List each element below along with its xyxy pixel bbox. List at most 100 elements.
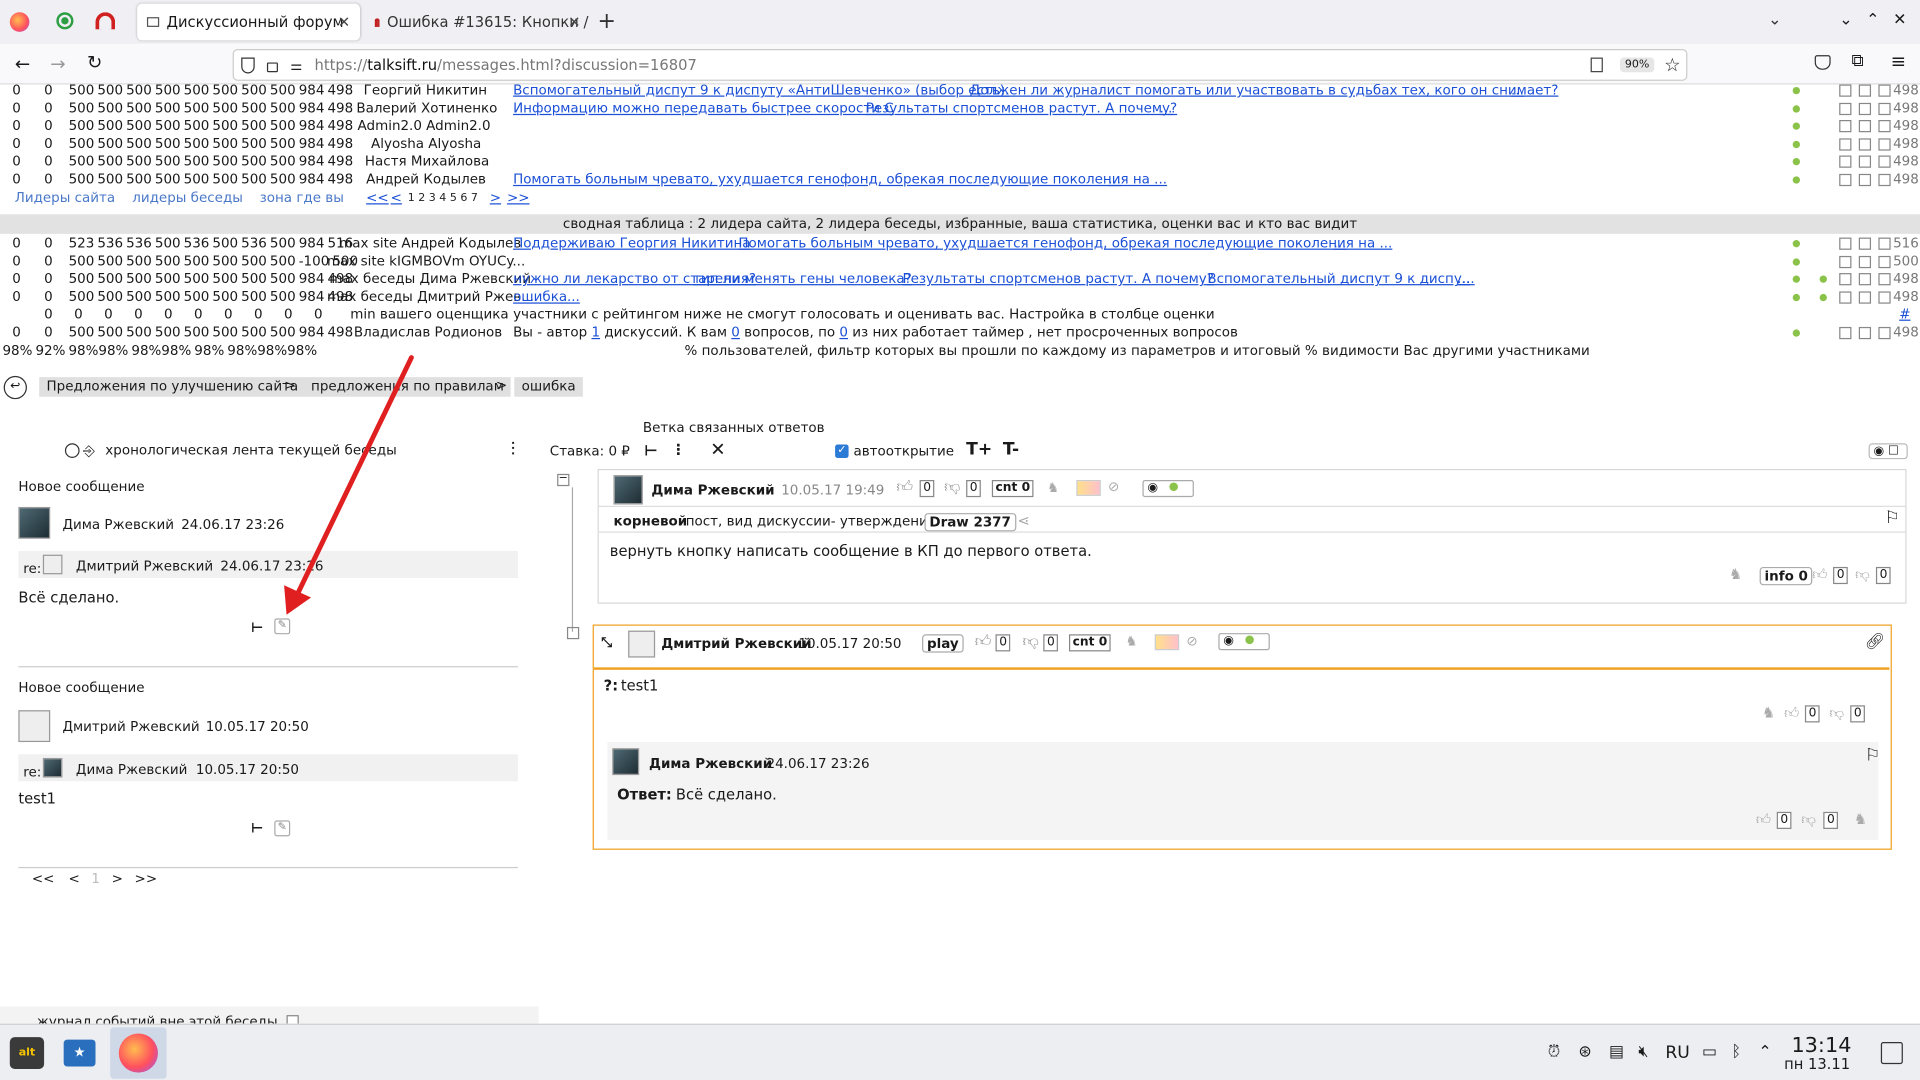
avatar[interactable] xyxy=(613,475,643,505)
thumbs-down-icon[interactable]: 👎︎ xyxy=(944,479,960,497)
alt-linux-start-icon[interactable]: alt xyxy=(9,1037,45,1069)
pager-first[interactable]: << xyxy=(32,871,55,887)
thumbs-down-icon[interactable]: 👎︎ xyxy=(1829,704,1844,722)
checkbox[interactable] xyxy=(1858,84,1872,97)
lock-icon[interactable] xyxy=(266,62,278,73)
checkbox[interactable] xyxy=(1878,138,1891,151)
discussions-count-link[interactable]: 1 xyxy=(591,324,600,340)
discussion-link[interactable]: Должен ли журналист помогать или участво… xyxy=(970,82,1559,100)
tab-site-leaders[interactable]: Лидеры сайта xyxy=(15,190,115,206)
cell-user-name[interactable]: Владислав Родионов xyxy=(354,324,502,342)
author-name[interactable]: Дмитрий Ржевский xyxy=(661,636,811,652)
pager-last[interactable]: >> xyxy=(507,190,530,206)
zoom-badge[interactable]: 90% xyxy=(1620,57,1655,73)
checkbox[interactable] xyxy=(1839,237,1852,250)
collapse-toggle[interactable]: − xyxy=(557,473,570,487)
tab-your-zone[interactable]: зона где вы xyxy=(260,190,344,206)
dog-icon[interactable]: ♞ xyxy=(1047,480,1059,496)
share-icon[interactable]: ⋖ xyxy=(1018,512,1030,529)
extension-red-icon[interactable] xyxy=(95,12,116,30)
checkbox[interactable] xyxy=(1839,326,1852,340)
breadcrumb-item[interactable]: ошибка xyxy=(514,377,584,397)
thumbs-up-icon[interactable]: 👍︎ xyxy=(975,633,992,651)
expand-toggle[interactable] xyxy=(566,626,580,640)
thumbs-down-icon[interactable]: 👎︎ xyxy=(1855,566,1870,584)
breadcrumb-item[interactable]: предложения по правилам xyxy=(303,377,512,397)
dog-icon[interactable]: ♞ xyxy=(1729,566,1742,583)
pager-next[interactable]: > xyxy=(490,190,501,206)
avatar[interactable] xyxy=(18,506,51,539)
avatar[interactable] xyxy=(628,630,656,658)
checkbox[interactable] xyxy=(1839,84,1852,97)
discussion-link[interactable]: тип ли менять гены человека? xyxy=(693,271,912,289)
edit-icon[interactable]: ✎ xyxy=(274,618,291,635)
link-icon[interactable]: 🔗︎ xyxy=(1865,633,1885,651)
discussion-link[interactable]: Помогать больным чревато, ухудшается ген… xyxy=(738,235,1392,253)
collapse-arrows-icon[interactable]: ⤡ xyxy=(601,634,612,651)
info-badge[interactable]: info 0 xyxy=(1759,566,1813,586)
checkbox[interactable] xyxy=(1858,291,1872,304)
reply-context[interactable]: re: Дмитрий Ржевский 24.06.17 23:26 xyxy=(18,551,518,578)
discussion-link[interactable]: Результаты спортсменов растут. А почему? xyxy=(866,100,1177,118)
font-decrease-button[interactable]: T- xyxy=(1003,440,1019,460)
checkbox[interactable] xyxy=(1839,173,1852,187)
permissions-icon[interactable]: ⚌ xyxy=(290,57,302,73)
checkbox[interactable] xyxy=(1839,273,1852,286)
more-link[interactable]: ... xyxy=(567,289,580,307)
new-tab-icon[interactable]: + xyxy=(598,9,616,35)
cell-user-name[interactable]: Admin2.0 Admin2.0 xyxy=(358,118,491,136)
collapse-arrows-icon[interactable]: ✕ xyxy=(710,438,725,460)
discussion-link[interactable]: Помогать больным чревато, ухудшается ген… xyxy=(513,171,1167,189)
checkbox[interactable] xyxy=(1878,273,1891,286)
play-button[interactable]: play xyxy=(922,634,964,653)
clock-time[interactable]: 13:14 xyxy=(1791,1033,1851,1057)
dog-icon[interactable]: ♞ xyxy=(1125,633,1137,649)
reload-icon[interactable]: ↻ xyxy=(87,51,102,73)
discussion-link[interactable]: Вспомогательный диспут 9 к диспу... xyxy=(1207,271,1474,289)
breadcrumb-item[interactable]: Предложения по улучшению сайта xyxy=(39,377,306,397)
checkbox[interactable] xyxy=(1858,237,1872,250)
eye-slash-icon[interactable]: ⊘ xyxy=(1187,633,1198,649)
checkbox[interactable] xyxy=(1839,102,1852,115)
checkbox[interactable] xyxy=(1858,273,1872,286)
avatar[interactable] xyxy=(42,757,63,778)
avatar[interactable] xyxy=(42,554,63,575)
font-increase-button[interactable]: T+ xyxy=(966,440,992,460)
author-name[interactable]: Дмитрий Ржевский xyxy=(62,719,199,735)
checkbox[interactable] xyxy=(1839,138,1852,151)
checkbox[interactable] xyxy=(1878,155,1891,169)
reader-view-icon[interactable] xyxy=(1590,57,1603,73)
avatar[interactable] xyxy=(612,748,640,776)
checkbox[interactable] xyxy=(1839,155,1852,169)
checkbox[interactable] xyxy=(1858,138,1872,151)
checkbox[interactable] xyxy=(1878,84,1891,97)
extensions-puzzle-icon[interactable]: ⧉ xyxy=(1851,51,1863,71)
tree-icon[interactable]: ⊢ xyxy=(644,442,657,459)
tab-list-chevron-down-icon[interactable]: ⌄ xyxy=(1768,11,1781,29)
checkbox[interactable] xyxy=(1878,120,1891,133)
close-icon[interactable]: ✕ xyxy=(568,13,580,30)
cell-user-name[interactable]: max site Андрей Кодылев xyxy=(339,235,521,253)
chronological-feed-label[interactable]: хронологическая лента текущей беседы xyxy=(105,442,396,458)
shield-icon[interactable] xyxy=(241,56,255,73)
visibility-toggle[interactable]: ◉ ☐ xyxy=(1868,443,1908,460)
network-icon[interactable]: ▭ xyxy=(1702,1043,1717,1061)
author-name[interactable]: Дима Ржевский xyxy=(651,482,774,498)
discussion-link[interactable]: ошибка xyxy=(513,289,567,307)
settings-link[interactable]: # xyxy=(1899,307,1910,325)
bookmark-star-icon[interactable]: ☆ xyxy=(1664,54,1680,76)
checkbox[interactable] xyxy=(1878,255,1891,268)
checkbox[interactable] xyxy=(1878,237,1891,250)
questions-count-link[interactable]: 0 xyxy=(731,324,740,340)
thumbs-up-icon[interactable]: 👍︎ xyxy=(1756,811,1771,829)
checkbox[interactable] xyxy=(1839,255,1852,268)
menu-hamburger-icon[interactable]: ≡ xyxy=(1891,50,1906,72)
author-name[interactable]: Дима Ржевский xyxy=(649,756,772,772)
close-icon[interactable]: ✕ xyxy=(338,13,350,30)
visibility-badge[interactable]: ◉ xyxy=(1142,480,1194,498)
draw-badge[interactable]: Draw 2377 xyxy=(924,513,1016,532)
pager-first[interactable]: << xyxy=(366,190,389,206)
forward-arrow-icon[interactable]: → xyxy=(50,53,65,75)
checkbox[interactable] xyxy=(1858,326,1872,340)
checkbox[interactable] xyxy=(1878,326,1891,340)
